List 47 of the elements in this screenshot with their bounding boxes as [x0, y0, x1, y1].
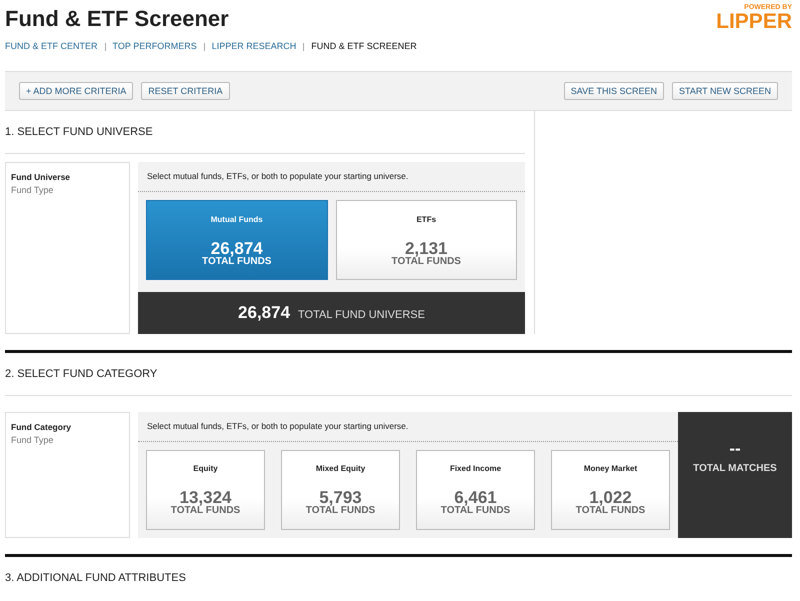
criteria-subtitle: Fund Type	[11, 434, 54, 447]
toolbar-button[interactable]: + ADD MORE CRITERIA	[19, 82, 134, 100]
section-heading: 2. SELECT FUND CATEGORY	[5, 352, 792, 396]
section-heading: 1. SELECT FUND UNIVERSE	[5, 111, 525, 154]
fund-type-option[interactable]: ETFs 2,131 TOTAL FUNDS	[336, 200, 517, 280]
total-label: TOTAL MATCHES	[692, 462, 778, 476]
fund-count: 26,874	[210, 240, 263, 257]
criteria-title: Fund Category	[11, 420, 72, 434]
breadcrumb-link[interactable]: FUND & ETF CENTER	[5, 40, 98, 54]
fund-count-unit: TOTAL FUNDS	[390, 256, 462, 267]
category-option[interactable]: Mixed Equity 5,793 TOTAL FUNDS	[281, 450, 400, 530]
toolbar-button[interactable]: RESET CRITERIA	[141, 82, 230, 100]
fund-count: 5,793	[319, 489, 362, 506]
breadcrumb-link[interactable]: FUND & ETF SCREENER	[311, 40, 417, 54]
option-label: Money Market	[582, 463, 638, 476]
section-heading: 3. ADDITIONAL FUND ATTRIBUTES	[5, 570, 187, 586]
lipper-logo: LIPPER	[716, 11, 792, 32]
fund-count-unit: TOTAL FUNDS	[440, 506, 512, 516]
option-label: Fixed Income	[448, 463, 502, 476]
fund-count: 6,461	[454, 489, 497, 506]
total-count: --	[728, 438, 742, 460]
total-count: 26,874	[238, 302, 290, 324]
page-title: Fund & ETF Screener	[5, 8, 229, 30]
criteria-title: Fund Universe	[11, 171, 72, 184]
category-option[interactable]: Equity 13,324 TOTAL FUNDS	[146, 450, 265, 530]
toolbar-button[interactable]: SAVE THIS SCREEN	[564, 82, 664, 100]
toolbar-button[interactable]: START NEW SCREEN	[672, 82, 778, 100]
category-option[interactable]: Money Market 1,022 TOTAL FUNDS	[551, 450, 670, 530]
fund-type-option[interactable]: Mutual Funds 26,874 TOTAL FUNDS	[146, 200, 328, 280]
fund-count: 13,324	[180, 489, 232, 506]
total-label: TOTAL FUND UNIVERSE	[298, 308, 425, 324]
fund-count-unit: TOTAL FUNDS	[170, 506, 242, 516]
criteria-subtitle: Fund Type	[11, 184, 54, 198]
option-label: Mixed Equity	[314, 463, 366, 476]
option-label: Mutual Funds	[210, 214, 264, 226]
breadcrumb-link[interactable]: TOP PERFORMERS	[112, 40, 197, 54]
fund-count-unit: TOTAL FUNDS	[201, 256, 272, 267]
instruction-text: Select mutual funds, ETFs, or both to populate your starting universe.	[138, 412, 678, 442]
category-option[interactable]: Fixed Income 6,461 TOTAL FUNDS	[416, 450, 535, 530]
fund-count: 2,131	[404, 240, 448, 257]
option-label: Equity	[192, 463, 219, 476]
option-label: ETFs	[415, 214, 438, 226]
fund-count-unit: TOTAL FUNDS	[574, 506, 646, 516]
breadcrumb-link[interactable]: LIPPER RESEARCH	[212, 40, 296, 54]
instruction-text: Select mutual funds, ETFs, or both to populate your starting universe.	[138, 162, 525, 192]
fund-count: 1,022	[589, 489, 632, 506]
fund-count-unit: TOTAL FUNDS	[304, 506, 376, 516]
